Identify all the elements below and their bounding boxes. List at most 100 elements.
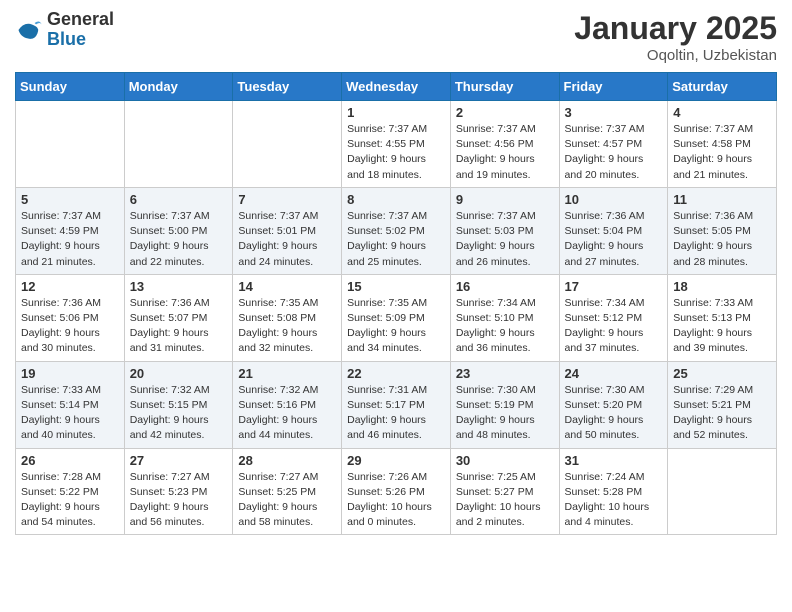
day-info-21: Sunrise: 7:32 AM Sunset: 5:16 PM Dayligh… [238, 383, 336, 444]
calendar-body: 1 Sunrise: 7:37 AM Sunset: 4:55 PM Daylig… [16, 101, 777, 535]
day-info-29: Sunrise: 7:26 AM Sunset: 5:26 PM Dayligh… [347, 470, 445, 531]
calendar-cell-w4-d3: 22Sunrise: 7:31 AM Sunset: 5:17 PM Dayli… [342, 361, 451, 448]
day-info-3: Sunrise: 7:37 AM Sunset: 4:57 PM Dayligh… [565, 122, 663, 183]
day-number-1: 1 [347, 105, 445, 120]
col-sunday: Sunday [16, 73, 125, 101]
calendar-cell-w3-d3: 15Sunrise: 7:35 AM Sunset: 5:09 PM Dayli… [342, 274, 451, 361]
day-number-5: 5 [21, 192, 119, 207]
day-number-9: 9 [456, 192, 554, 207]
calendar-week-1: 1 Sunrise: 7:37 AM Sunset: 4:55 PM Daylig… [16, 101, 777, 188]
day-number-28: 28 [238, 453, 336, 468]
calendar-cell-w1-d0 [16, 101, 125, 188]
day-info-17: Sunrise: 7:34 AM Sunset: 5:12 PM Dayligh… [565, 296, 663, 357]
calendar-cell-w5-d4: 30 Sunrise: 7:25 AM Sunset: 5:27 PM Dayli… [450, 448, 559, 535]
day-info-24: Sunrise: 7:30 AM Sunset: 5:20 PM Dayligh… [565, 383, 663, 444]
day-number-30: 30 [456, 453, 554, 468]
title-section: January 2025 Oqoltin, Uzbekistan [574, 10, 777, 64]
calendar-cell-w4-d5: 24Sunrise: 7:30 AM Sunset: 5:20 PM Dayli… [559, 361, 668, 448]
calendar-week-5: 26Sunrise: 7:28 AM Sunset: 5:22 PM Dayli… [16, 448, 777, 535]
logo-general-text: General [47, 10, 114, 30]
location: Oqoltin, Uzbekistan [574, 47, 777, 64]
day-number-16: 16 [456, 279, 554, 294]
day-info-7: Sunrise: 7:37 AM Sunset: 5:01 PM Dayligh… [238, 209, 336, 270]
day-number-4: 4 [673, 105, 771, 120]
calendar-cell-w1-d3: 1 Sunrise: 7:37 AM Sunset: 4:55 PM Daylig… [342, 101, 451, 188]
day-number-20: 20 [130, 366, 228, 381]
calendar-cell-w4-d0: 19 Sunrise: 7:33 AM Sunset: 5:14 PM Dayli… [16, 361, 125, 448]
calendar-cell-w1-d4: 2 Sunrise: 7:37 AM Sunset: 4:56 PM Daylig… [450, 101, 559, 188]
day-info-25: Sunrise: 7:29 AM Sunset: 5:21 PM Dayligh… [673, 383, 771, 444]
calendar-cell-w5-d3: 29Sunrise: 7:26 AM Sunset: 5:26 PM Dayli… [342, 448, 451, 535]
calendar-cell-w5-d5: 31Sunrise: 7:24 AM Sunset: 5:28 PM Dayli… [559, 448, 668, 535]
calendar-header-row: Sunday Monday Tuesday Wednesday Thursday… [16, 73, 777, 101]
col-friday: Friday [559, 73, 668, 101]
day-number-2: 2 [456, 105, 554, 120]
logo: General Blue [15, 10, 114, 50]
calendar-cell-w2-d5: 10 Sunrise: 7:36 AM Sunset: 5:04 PM Dayli… [559, 187, 668, 274]
calendar-week-3: 12 Sunrise: 7:36 AM Sunset: 5:06 PM Dayli… [16, 274, 777, 361]
day-number-3: 3 [565, 105, 663, 120]
calendar-cell-w2-d3: 8Sunrise: 7:37 AM Sunset: 5:02 PM Daylig… [342, 187, 451, 274]
day-info-19: Sunrise: 7:33 AM Sunset: 5:14 PM Dayligh… [21, 383, 119, 444]
day-number-10: 10 [565, 192, 663, 207]
day-number-21: 21 [238, 366, 336, 381]
col-wednesday: Wednesday [342, 73, 451, 101]
calendar-cell-w3-d6: 18Sunrise: 7:33 AM Sunset: 5:13 PM Dayli… [668, 274, 777, 361]
day-number-22: 22 [347, 366, 445, 381]
day-number-19: 19 [21, 366, 119, 381]
calendar-cell-w5-d6 [668, 448, 777, 535]
calendar-cell-w4-d1: 20 Sunrise: 7:32 AM Sunset: 5:15 PM Dayli… [124, 361, 233, 448]
calendar-cell-w3-d2: 14Sunrise: 7:35 AM Sunset: 5:08 PM Dayli… [233, 274, 342, 361]
day-info-20: Sunrise: 7:32 AM Sunset: 5:15 PM Dayligh… [130, 383, 228, 444]
day-info-6: Sunrise: 7:37 AM Sunset: 5:00 PM Dayligh… [130, 209, 228, 270]
day-info-13: Sunrise: 7:36 AM Sunset: 5:07 PM Dayligh… [130, 296, 228, 357]
col-saturday: Saturday [668, 73, 777, 101]
calendar-cell-w2-d0: 5 Sunrise: 7:37 AM Sunset: 4:59 PM Daylig… [16, 187, 125, 274]
col-tuesday: Tuesday [233, 73, 342, 101]
day-info-31: Sunrise: 7:24 AM Sunset: 5:28 PM Dayligh… [565, 470, 663, 531]
day-number-25: 25 [673, 366, 771, 381]
calendar-cell-w4-d4: 23Sunrise: 7:30 AM Sunset: 5:19 PM Dayli… [450, 361, 559, 448]
calendar-week-2: 5 Sunrise: 7:37 AM Sunset: 4:59 PM Daylig… [16, 187, 777, 274]
day-info-28: Sunrise: 7:27 AM Sunset: 5:25 PM Dayligh… [238, 470, 336, 531]
col-thursday: Thursday [450, 73, 559, 101]
logo-icon [15, 16, 43, 44]
calendar-cell-w2-d6: 11Sunrise: 7:36 AM Sunset: 5:05 PM Dayli… [668, 187, 777, 274]
logo-text: General Blue [47, 10, 114, 50]
day-info-16: Sunrise: 7:34 AM Sunset: 5:10 PM Dayligh… [456, 296, 554, 357]
day-number-15: 15 [347, 279, 445, 294]
day-info-12: Sunrise: 7:36 AM Sunset: 5:06 PM Dayligh… [21, 296, 119, 357]
day-info-8: Sunrise: 7:37 AM Sunset: 5:02 PM Dayligh… [347, 209, 445, 270]
day-number-13: 13 [130, 279, 228, 294]
logo-blue-text: Blue [47, 30, 114, 50]
day-number-26: 26 [21, 453, 119, 468]
calendar-table: Sunday Monday Tuesday Wednesday Thursday… [15, 72, 777, 535]
day-info-2: Sunrise: 7:37 AM Sunset: 4:56 PM Dayligh… [456, 122, 554, 183]
calendar-cell-w3-d5: 17Sunrise: 7:34 AM Sunset: 5:12 PM Dayli… [559, 274, 668, 361]
calendar-cell-w3-d1: 13 Sunrise: 7:36 AM Sunset: 5:07 PM Dayli… [124, 274, 233, 361]
calendar-cell-w3-d4: 16 Sunrise: 7:34 AM Sunset: 5:10 PM Dayli… [450, 274, 559, 361]
day-info-5: Sunrise: 7:37 AM Sunset: 4:59 PM Dayligh… [21, 209, 119, 270]
day-number-12: 12 [21, 279, 119, 294]
day-info-11: Sunrise: 7:36 AM Sunset: 5:05 PM Dayligh… [673, 209, 771, 270]
day-info-1: Sunrise: 7:37 AM Sunset: 4:55 PM Dayligh… [347, 122, 445, 183]
day-number-14: 14 [238, 279, 336, 294]
calendar-cell-w1-d2 [233, 101, 342, 188]
day-number-7: 7 [238, 192, 336, 207]
page: General Blue January 2025 Oqoltin, Uzbek… [0, 0, 792, 550]
calendar-week-4: 19 Sunrise: 7:33 AM Sunset: 5:14 PM Dayli… [16, 361, 777, 448]
day-info-4: Sunrise: 7:37 AM Sunset: 4:58 PM Dayligh… [673, 122, 771, 183]
calendar-cell-w2-d1: 6 Sunrise: 7:37 AM Sunset: 5:00 PM Daylig… [124, 187, 233, 274]
header: General Blue January 2025 Oqoltin, Uzbek… [15, 10, 777, 64]
calendar-cell-w4-d2: 21 Sunrise: 7:32 AM Sunset: 5:16 PM Dayli… [233, 361, 342, 448]
day-number-6: 6 [130, 192, 228, 207]
calendar-cell-w4-d6: 25 Sunrise: 7:29 AM Sunset: 5:21 PM Dayli… [668, 361, 777, 448]
day-info-27: Sunrise: 7:27 AM Sunset: 5:23 PM Dayligh… [130, 470, 228, 531]
col-monday: Monday [124, 73, 233, 101]
calendar-cell-w1-d6: 4 Sunrise: 7:37 AM Sunset: 4:58 PM Daylig… [668, 101, 777, 188]
calendar-cell-w1-d1 [124, 101, 233, 188]
day-number-18: 18 [673, 279, 771, 294]
day-info-30: Sunrise: 7:25 AM Sunset: 5:27 PM Dayligh… [456, 470, 554, 531]
day-info-9: Sunrise: 7:37 AM Sunset: 5:03 PM Dayligh… [456, 209, 554, 270]
day-info-10: Sunrise: 7:36 AM Sunset: 5:04 PM Dayligh… [565, 209, 663, 270]
